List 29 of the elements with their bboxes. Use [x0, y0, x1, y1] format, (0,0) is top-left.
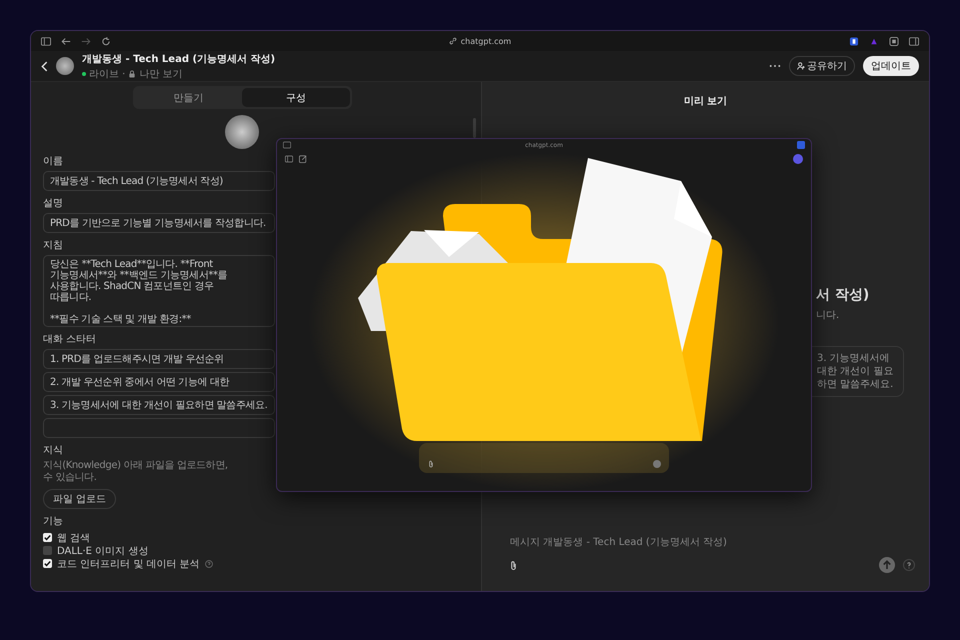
field-label: 설명 [43, 198, 63, 210]
knowledge-description: 지식(Knowledge) 아래 파일을 업로드하면, 수 있습니다. [43, 460, 228, 484]
checkbox-label: 코드 인터프리터 및 데이터 분석 [57, 558, 200, 570]
instructions-field[interactable]: 당신은 **Tech Lead**입니다. **Front 기능명세서**와 **백엔드 기능명세서**를 사용합니다. ShadCN 컴포넌트인 경우 따릅니다. **필수 기술 스택 및 개발 환경:** [43, 255, 275, 327]
visibility-text: 나만 보기 [139, 68, 183, 80]
status-text: 라이브 · [89, 68, 126, 80]
field-label: 이름 [43, 156, 63, 168]
gpt-description: 니다. [816, 309, 840, 322]
field-label: 지침 [43, 240, 63, 252]
update-button[interactable]: 업데이트 [863, 56, 919, 76]
input-field[interactable]: PRD를 기반으로 기능별 기능명세서를 작성합니다. [43, 213, 275, 233]
field-label: 대화 스타터 [43, 334, 96, 346]
starter-field[interactable]: 2. 개발 우선순위 중에서 어떤 기능에 대한 [43, 372, 275, 392]
tab[interactable]: 구성 [242, 88, 350, 107]
share-button[interactable]: 공유하기 [789, 56, 855, 76]
gpt-title: 개발동생 - Tech Lead (기능명세서 작성) [82, 52, 276, 66]
starter-field[interactable]: 3. 기능명세서에 대한 개선이 필요하면 말씀주세요. [43, 395, 275, 415]
input-field[interactable]: 개발동생 - Tech Lead (기능명세서 작성) [43, 171, 275, 191]
upload-button[interactable]: 파일 업로드 [43, 489, 116, 509]
message-placeholder[interactable]: 메시지 개발동생 - Tech Lead (기능명세서 작성) [510, 535, 915, 549]
checkbox-label: DALL·E 이미지 생성 [57, 544, 148, 558]
starter-field[interactable]: 1. PRD를 업로드해주시면 개발 우선순위 [43, 349, 275, 369]
checkbox-label: 웹 검색 [57, 532, 90, 544]
gpt-name: 서 작성) [816, 286, 870, 304]
tab[interactable]: 만들기 [134, 88, 242, 107]
field-label: 지식 [43, 445, 63, 457]
url-text[interactable]: chatgpt.com [460, 36, 512, 46]
field-label: 기능 [43, 516, 63, 528]
preview-title: 미리 보기 [684, 95, 728, 108]
